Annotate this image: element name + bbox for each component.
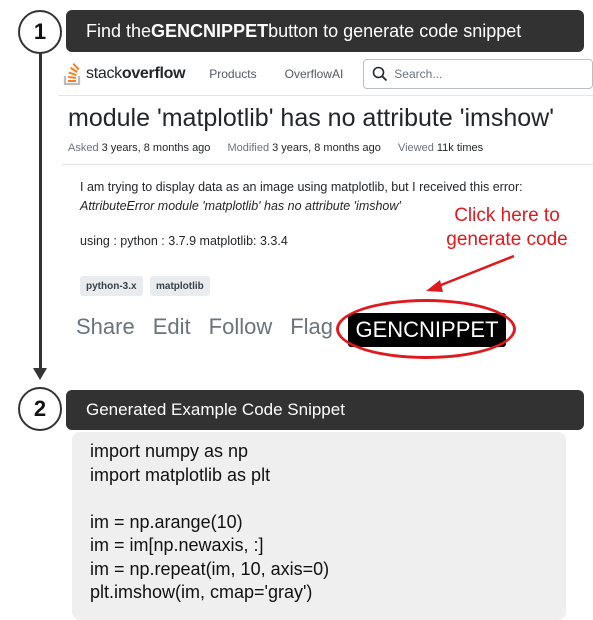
callout-line-2: generate code: [446, 229, 568, 250]
viewed-label: Viewed: [397, 142, 434, 154]
search-icon: [372, 66, 388, 81]
step-1-banner-bold: GENCNIPPET: [151, 20, 269, 41]
code-line: plt.imshow(im, cmap='gray'): [90, 582, 313, 602]
modified-value[interactable]: 3 years, 8 months ago: [272, 142, 381, 154]
tag-python[interactable]: python-3.x: [80, 276, 143, 296]
step-connector-line: [39, 52, 42, 370]
question-title[interactable]: module 'matplotlib' has no attribute 'im…: [68, 104, 554, 133]
modified-label: Modified: [227, 142, 270, 154]
search-input[interactable]: Search...: [363, 58, 593, 89]
logo-text-light: stack: [86, 64, 122, 82]
search-placeholder: Search...: [394, 66, 443, 81]
stackoverflow-logo-icon: [63, 62, 81, 85]
viewed-value: 11k times: [436, 142, 484, 154]
code-line: im = np.repeat(im, 10, axis=0): [90, 558, 330, 579]
edit-link[interactable]: Edit: [153, 314, 191, 339]
step-1-badge: 1: [18, 10, 62, 54]
follow-link[interactable]: Follow: [209, 314, 273, 339]
step-connector-arrowhead: [33, 368, 47, 380]
callout-text: Click here to generate code: [432, 204, 582, 252]
asked-value: 3 years, 8 months ago: [101, 142, 211, 154]
stackoverflow-header: stackoverflow Products OverflowAI Search…: [58, 52, 593, 96]
gencnippet-button[interactable]: GENCNIPPET: [348, 313, 506, 347]
stackoverflow-logo[interactable]: stackoverflow: [62, 62, 186, 86]
asked-label: Asked: [68, 142, 99, 154]
step-1-banner-suffix: button to generate code snippet: [268, 20, 522, 41]
code-snippet: import numpy as np import matplotlib as …: [72, 432, 566, 620]
post-actions: Share Edit Follow Flag: [76, 314, 351, 340]
code-line: import numpy as np: [90, 441, 249, 461]
callout-line-1: Click here to: [454, 205, 560, 226]
question-body-line: I am trying to display data as an image …: [80, 180, 523, 194]
flag-link[interactable]: Flag: [290, 314, 333, 339]
tag-matplotlib[interactable]: matplotlib: [150, 276, 210, 296]
code-line: im = im[np.newaxis, :]: [90, 535, 264, 555]
step-1-banner: Find the GENCNIPPET button to generate c…: [66, 10, 584, 52]
question-error-line: AttributeError module 'matplotlib' has n…: [80, 199, 401, 213]
step-2-badge: 2: [18, 387, 62, 431]
header-divider: [62, 164, 593, 165]
share-link[interactable]: Share: [76, 314, 135, 339]
code-line: import matplotlib as plt: [90, 464, 271, 485]
step-1-banner-prefix: Find the: [86, 20, 152, 41]
step-2-banner: Generated Example Code Snippet: [66, 390, 584, 430]
nav-overflowai[interactable]: OverflowAI: [285, 67, 344, 81]
code-line: im = np.arange(10): [90, 511, 243, 532]
nav-products[interactable]: Products: [209, 67, 256, 81]
logo-text-bold: overflow: [121, 64, 186, 82]
question-versions-line: using : python : 3.7.9 matplotlib: 3.3.4: [80, 234, 288, 248]
question-meta: Asked 3 years, 8 months ago Modified 3 yea…: [68, 142, 483, 154]
